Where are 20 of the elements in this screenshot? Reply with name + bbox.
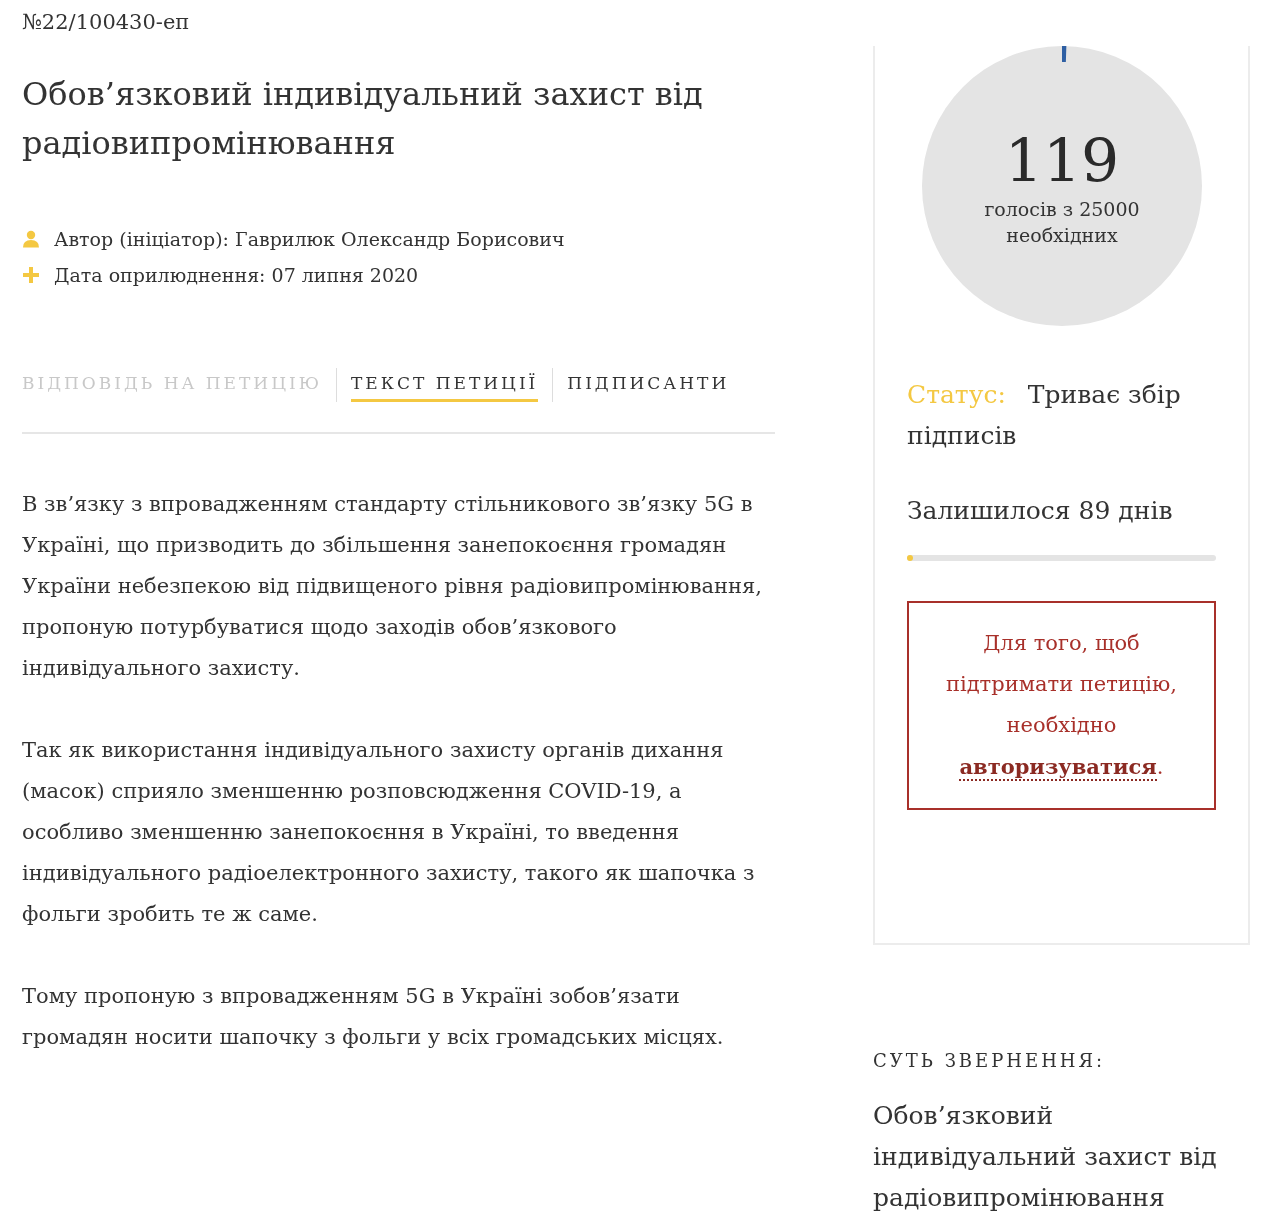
status-text: Статус: Триває збір підписів (907, 379, 1182, 452)
vote-caption: голосів з 25000 (984, 197, 1140, 222)
login-link[interactable]: авторизуватися (959, 754, 1157, 781)
summary-heading: СУТЬ ЗВЕРНЕННЯ: (873, 1050, 1107, 1071)
vote-count: 119 (1004, 126, 1120, 196)
plus-icon (22, 266, 40, 284)
tab[interactable]: ПІДПИСАНТИ (567, 368, 730, 402)
petition-paragraph: Так як використання індивідуального захисту органів дихання (масок) сприяло зменшенню розповсюдження COVID-19, а особливо зменшенню занепокоєння в Україні, то введення індивідуального радіоелектронного захисту, такого як шапочка з фольги зробить те ж саме. (22, 737, 756, 928)
petition-paragraph: В зв’язку з впровадженням стандарту стільникового зв’язку 5G в Україні, що призводить до збільшення занепокоєння громадян України небезпекою від підвищеного рівня радіовипромінювання, пропоную потурбуватися щодо заходів обов’язкового індивідуального захисту. (22, 491, 763, 682)
auth-notice: Для того, щоб підтримати петицію, необхідно авторизуватися. (944, 630, 1179, 783)
vote-caption: необхідних (1006, 223, 1118, 248)
meta-text: Автор (ініціатор): Гаврилюк Олександр Борисович (54, 228, 565, 250)
tab[interactable]: ТЕКСТ ПЕТИЦІЇ (351, 368, 539, 402)
summary-text: Обов’язковий індивідуальний захист від радіовипромінювання (873, 1100, 1218, 1214)
petition-paragraph: Тому пропоную з впровадженням 5G в Україні зобов’язати громадян носити шапочку з фольги у всіх громадських місцях. (22, 983, 725, 1051)
petition-title: Обов’язковий індивідуальний захист від радіовипромінювання (22, 74, 704, 164)
meta-text: Дата оприлюднення: 07 липня 2020 (54, 264, 419, 286)
person-icon (22, 230, 40, 248)
days-remaining: Залишилося 89 днів (907, 496, 1174, 525)
petition-number: №22/100430-еп (22, 10, 191, 34)
